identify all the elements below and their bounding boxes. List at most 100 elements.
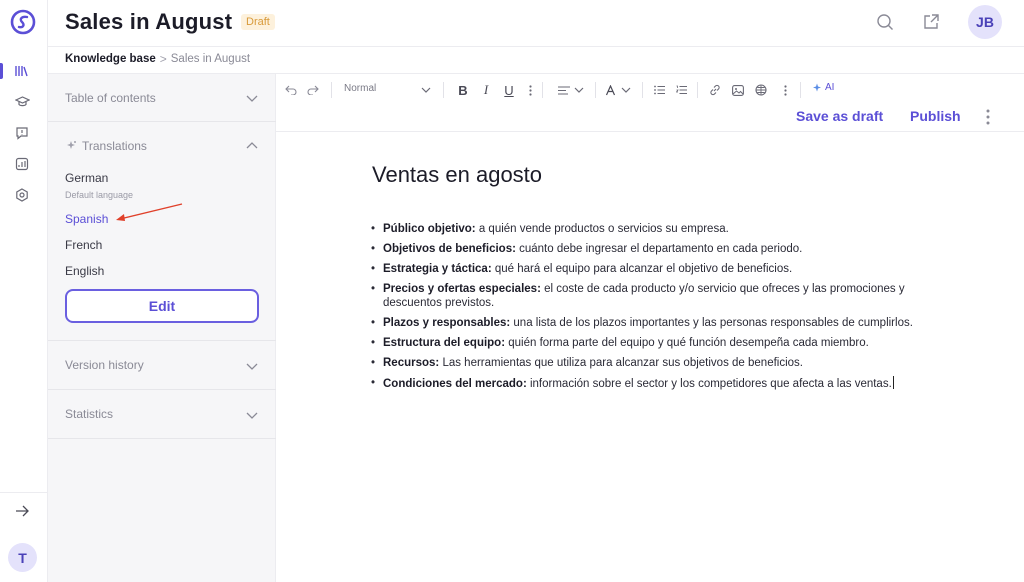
list-item-term: Estructura del equipo: (383, 337, 506, 349)
translations-header[interactable]: Translations (65, 139, 147, 153)
version-history-label: Version history (65, 358, 144, 372)
chevron-down-icon[interactable] (246, 92, 258, 104)
breadcrumb-separator: > (159, 52, 167, 66)
toolbar-divider (800, 82, 801, 98)
toolbar-divider (697, 82, 698, 98)
chevron-down-icon[interactable] (420, 82, 432, 98)
ai-assistant-button[interactable]: AI (812, 82, 834, 93)
list-item-text: cuánto debe ingresar el departamento en … (515, 243, 803, 255)
redo-icon[interactable] (306, 82, 320, 98)
chevron-down-icon[interactable] (246, 409, 258, 421)
list-item[interactable]: Plazos y responsables: una lista de los … (371, 316, 931, 330)
sparkle-icon (813, 83, 821, 91)
list-item[interactable]: Estrategia y táctica: qué hará el equipo… (371, 262, 931, 276)
app-logo-icon[interactable] (10, 9, 36, 35)
edit-button[interactable]: Edit (65, 289, 259, 323)
settings-icon[interactable] (13, 186, 31, 204)
share-icon[interactable] (921, 12, 941, 32)
numbered-list-icon[interactable] (675, 82, 687, 98)
bulleted-list-icon[interactable] (653, 82, 665, 98)
list-item-text: quién forma parte del equipo y qué funci… (505, 337, 869, 349)
image-icon[interactable] (732, 82, 744, 98)
user-avatar[interactable]: JB (968, 5, 1002, 39)
list-item[interactable]: Público objetivo: a quién vende producto… (371, 222, 931, 236)
document-title[interactable]: Ventas en agosto (372, 162, 542, 188)
statistics-label: Statistics (65, 407, 114, 421)
more-options-icon[interactable] (982, 108, 994, 126)
toolbar-divider (595, 82, 596, 98)
default-language-note: Default language (65, 190, 134, 200)
save-as-draft-button[interactable]: Save as draft (796, 108, 883, 124)
status-badge: Draft (241, 14, 275, 30)
toolbar-divider (443, 82, 444, 98)
list-item[interactable]: Recursos: Las herramientas que utiliza p… (371, 356, 931, 370)
graduation-cap-icon[interactable] (13, 93, 31, 111)
toolbar-divider (642, 82, 643, 98)
more-vertical-icon[interactable] (781, 82, 789, 98)
chevron-down-icon[interactable] (620, 82, 632, 98)
undo-icon[interactable] (284, 82, 298, 98)
list-item[interactable]: Objetivos de beneficios: cuánto debe ing… (371, 242, 931, 256)
link-icon[interactable] (709, 82, 721, 98)
language-spanish[interactable]: Spanish (65, 212, 108, 226)
language-french[interactable]: French (65, 238, 102, 252)
section-statistics[interactable]: Statistics (48, 390, 276, 439)
list-item-term: Objetivos de beneficios: (383, 243, 516, 255)
icon-rail: T (0, 0, 48, 582)
page-title: Sales in August (65, 9, 233, 34)
breadcrumb-current: Sales in August (170, 53, 251, 65)
bold-icon[interactable]: B (457, 82, 469, 98)
list-item-text: información sobre el sector y los compet… (526, 378, 892, 390)
feedback-icon[interactable] (13, 124, 31, 142)
align-left-icon[interactable] (557, 82, 571, 98)
list-item-text: qué hará el equipo para alcanzar el obje… (491, 263, 793, 275)
publish-button[interactable]: Publish (910, 108, 961, 124)
list-item-text: una lista de los plazos importantes y la… (510, 317, 913, 329)
sparkle-icon (67, 141, 76, 149)
list-item-term: Plazos y responsables: (383, 317, 511, 329)
library-icon[interactable] (13, 62, 31, 80)
language-german[interactable]: German (65, 171, 108, 185)
list-item-text: a quién vende productos o servicios su e… (475, 223, 729, 235)
article-side-panel: Table of contents Translations German De… (48, 74, 276, 582)
annotation-arrow (116, 203, 183, 221)
text-style-select[interactable]: Normal (344, 83, 376, 94)
chevron-down-icon[interactable] (573, 82, 585, 98)
translations-label: Translations (82, 139, 147, 153)
page-header: Sales in August Draft JB (48, 0, 1024, 47)
list-item[interactable]: Condiciones del mercado: información sob… (371, 376, 931, 391)
table-icon[interactable] (755, 82, 767, 98)
more-vertical-icon[interactable] (526, 82, 534, 98)
list-item[interactable]: Precios y ofertas especiales: el coste d… (371, 282, 931, 310)
list-item-term: Condiciones del mercado: (383, 378, 527, 390)
list-item-term: Recursos: (383, 357, 440, 369)
list-item-term: Público objetivo: (383, 223, 476, 235)
toolbar-divider (331, 82, 332, 98)
toolbar-divider (542, 82, 543, 98)
section-table-of-contents[interactable]: Table of contents (48, 74, 276, 122)
ai-label: AI (825, 82, 835, 93)
arrow-right-icon[interactable] (13, 502, 31, 520)
active-indicator (0, 63, 3, 79)
breadcrumb: Knowledge base > Sales in August (65, 52, 250, 66)
rail-user-avatar[interactable]: T (8, 543, 37, 572)
list-item[interactable]: Estructura del equipo: quién forma parte… (371, 336, 931, 350)
chevron-up-icon[interactable] (246, 140, 258, 152)
text-cursor (892, 376, 894, 389)
underline-icon[interactable]: U (503, 82, 515, 98)
chevron-down-icon[interactable] (246, 360, 258, 372)
toc-label: Table of contents (65, 91, 156, 105)
rail-divider (0, 492, 48, 493)
analytics-icon[interactable] (13, 155, 31, 173)
editor-toolbar: Normal B I U AI Save as draft Publish (276, 74, 1024, 132)
language-english[interactable]: English (65, 264, 104, 278)
italic-icon[interactable]: I (480, 82, 492, 98)
section-version-history[interactable]: Version history (48, 341, 276, 390)
document-bullet-list[interactable]: Público objetivo: a quién vende producto… (371, 222, 931, 397)
search-icon[interactable] (875, 12, 895, 32)
text-color-icon[interactable] (604, 82, 616, 98)
list-item-term: Estrategia y táctica: (383, 263, 492, 275)
breadcrumb-root[interactable]: Knowledge base (65, 53, 156, 65)
list-item-text: Las herramientas que utiliza para alcanz… (439, 357, 803, 369)
list-item-term: Precios y ofertas especiales: (383, 283, 541, 295)
